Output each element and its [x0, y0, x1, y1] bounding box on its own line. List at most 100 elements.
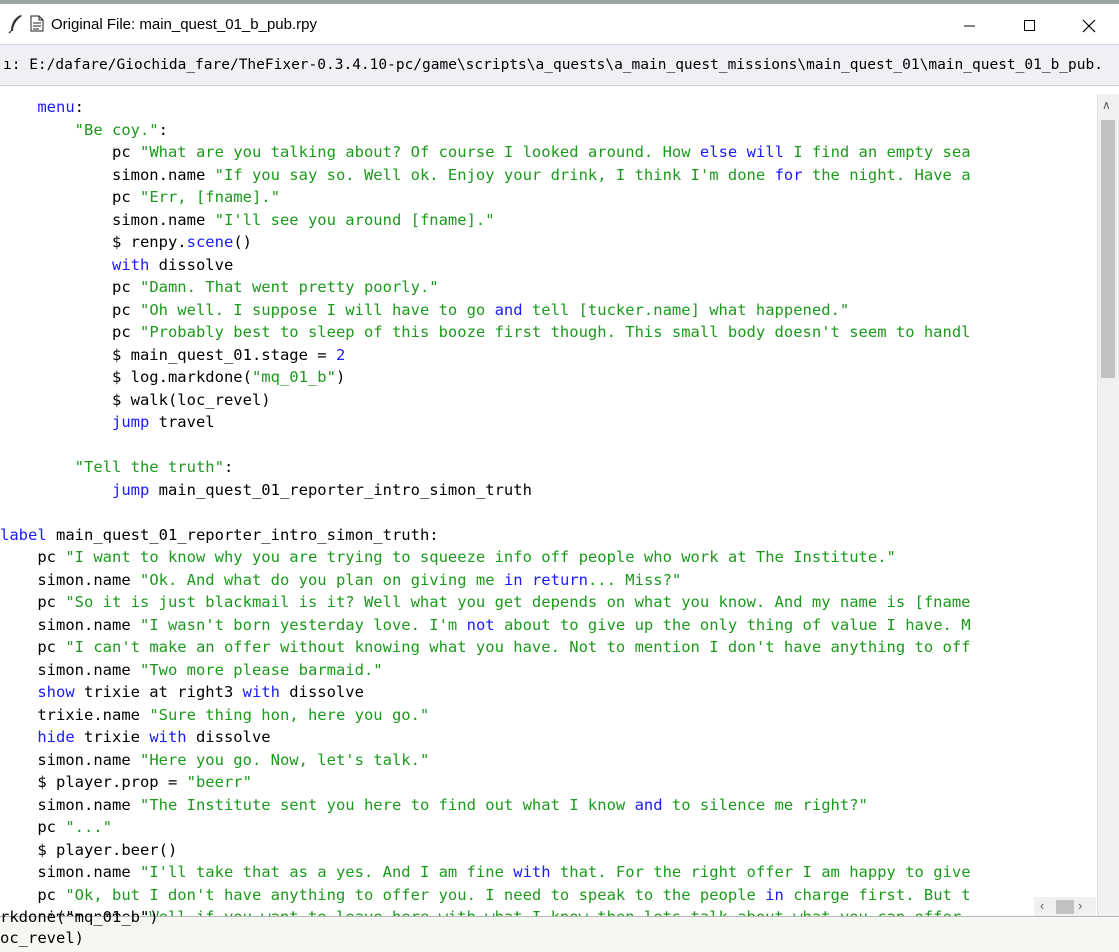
code-token: simon.name: [0, 863, 140, 881]
code-line[interactable]: pc "What are you talking about? Of cours…: [0, 141, 971, 164]
code-line[interactable]: simon.name "Two more please barmaid.": [0, 659, 971, 682]
code-token: simon.name: [0, 795, 140, 814]
code-line[interactable]: "Tell the truth":: [0, 456, 971, 479]
string-token: the night. Have a: [802, 165, 971, 184]
string-token: ... Miss?": [587, 570, 682, 589]
code-content[interactable]: menu: "Be coy.": pc "What are you talkin…: [0, 96, 971, 916]
string-token: tell [tucker.name] what happened.": [522, 300, 850, 319]
code-line[interactable]: pc "Ok, but I don't have anything to off…: [0, 884, 971, 907]
code-line[interactable]: [0, 501, 971, 524]
close-button[interactable]: [1066, 8, 1112, 44]
code-line[interactable]: pc "Damn. That went pretty poorly.": [0, 276, 971, 299]
vertical-scrollbar[interactable]: ∧: [1097, 94, 1119, 916]
code-line[interactable]: hide trixie with dissolve: [0, 726, 971, 749]
code-line[interactable]: pc "Oh well. I suppose I will have to go…: [0, 299, 971, 322]
code-line[interactable]: label main_quest_01_reporter_intro_simon…: [0, 524, 971, 547]
code-line[interactable]: jump main_quest_01_reporter_intro_simon_…: [0, 479, 971, 502]
string-token: "I can't make an offer without knowing w…: [65, 638, 971, 656]
scroll-right-arrow-icon[interactable]: ›: [1078, 898, 1082, 913]
code-line[interactable]: pc "Probably best to sleep of this booze…: [0, 321, 971, 344]
feather-icon: [8, 15, 22, 34]
keyword-token: not: [466, 615, 495, 634]
keyword-token: return: [531, 570, 588, 589]
code-line[interactable]: [0, 434, 971, 457]
code-line[interactable]: jump travel: [0, 411, 971, 434]
string-token: "I'll take that as a yes. And I am fine: [139, 863, 514, 881]
code-line[interactable]: simon.name "I'll take that as a yes. And…: [0, 861, 971, 884]
code-line[interactable]: simon.name "I wasn't born yesterday love…: [0, 614, 971, 637]
keyword-token: with: [513, 863, 551, 881]
string-token: I find an empty sea: [783, 143, 971, 161]
keyword-token: with: [149, 728, 187, 746]
code-token: simon.name: [0, 165, 215, 184]
code-token: simon.name: [0, 660, 140, 679]
code-line[interactable]: pc "...": [0, 816, 971, 839]
keyword-token: with: [111, 255, 150, 274]
code-line[interactable]: pc "So it is just blackmail is it? Well …: [0, 591, 971, 614]
code-line[interactable]: $ player.beer(): [0, 839, 971, 862]
string-token: "So it is just blackmail is it? Well wha…: [65, 593, 971, 611]
code-line[interactable]: "Be coy.":: [0, 119, 971, 142]
code-token: $ player.prop =: [0, 773, 187, 791]
code-token: $ log.markdone(: [0, 368, 252, 386]
code-editor[interactable]: menu: "Be coy.": pc "What are you talkin…: [0, 94, 1097, 916]
code-line[interactable]: simon.name "If you say so. Well ok. Enjo…: [0, 164, 971, 187]
horizontal-scrollbar[interactable]: ‹ ›: [1034, 897, 1096, 917]
keyword-token: with: [242, 683, 280, 701]
code-line[interactable]: simon.name "I'll see you around [fname].…: [0, 209, 971, 232]
code-token: trixie: [74, 728, 150, 746]
code-line[interactable]: $ log.markdone("mq_01_b"): [0, 366, 971, 389]
scroll-left-arrow-icon[interactable]: ‹: [1040, 898, 1044, 913]
file-path-bar: ı: E:/dafare/Giochida_fare/TheFixer-0.3.…: [0, 44, 1119, 86]
string-token: "Damn. That went pretty poorly.": [139, 278, 439, 296]
string-token: [523, 571, 532, 589]
keyword-token: hide: [37, 728, 75, 746]
code-line[interactable]: $ player.prop = "beerr": [0, 771, 971, 794]
code-token: pc: [0, 593, 66, 611]
string-token: about to give up the only thing of value…: [494, 615, 971, 634]
code-token: dissolve: [186, 728, 271, 746]
code-token: dissolve: [279, 683, 364, 701]
vertical-scroll-thumb[interactable]: [1101, 120, 1115, 378]
keyword-token: label: [0, 525, 47, 544]
code-line[interactable]: simon.name "Here you go. Now, let's talk…: [0, 749, 971, 772]
maximize-button[interactable]: [1007, 8, 1053, 44]
string-token: "Ok. And what do you plan on giving me: [139, 570, 504, 589]
code-line[interactable]: $ renpy.scene(): [0, 231, 971, 254]
code-line[interactable]: trixie.name "Sure thing hon, here you go…: [0, 704, 971, 727]
horizontal-scroll-thumb[interactable]: [1056, 900, 1074, 914]
document-icon: [30, 15, 44, 32]
code-line[interactable]: simon.name "The Institute sent you here …: [0, 794, 971, 817]
keyword-token: show: [37, 683, 75, 701]
minimize-icon: [964, 25, 975, 27]
code-token: pc: [0, 548, 66, 566]
code-line[interactable]: pc "I can't make an offer without knowin…: [0, 636, 971, 659]
code-token: main_quest_01_reporter_intro_simon_truth…: [46, 525, 439, 544]
code-line[interactable]: menu:: [0, 96, 971, 119]
keyword-token: jump: [111, 413, 150, 431]
string-token: "Tell the truth": [74, 458, 224, 476]
code-line[interactable]: pc "Err, [fname].": [0, 186, 971, 209]
code-line[interactable]: with dissolve: [0, 254, 971, 277]
code-line[interactable]: $ walk(loc_revel): [0, 389, 971, 412]
string-token: "I'll see you around [fname].": [214, 210, 495, 229]
string-token: "If you say so. Well ok. Enjoy your drin…: [214, 165, 775, 184]
minimize-button[interactable]: [947, 8, 993, 44]
scroll-up-arrow-icon[interactable]: ∧: [1102, 98, 1111, 112]
string-token: "...": [65, 818, 112, 836]
code-line[interactable]: pc "I want to know why you are trying to…: [0, 546, 971, 569]
code-token: trixie at right3: [74, 683, 243, 701]
code-token: simon.name: [0, 570, 140, 589]
string-token: "beerr": [186, 773, 252, 791]
keyword-token: in: [503, 570, 523, 589]
code-line[interactable]: simon.name "Ok. And what do you plan on …: [0, 569, 971, 592]
code-line[interactable]: $ main_quest_01.stage = 2: [0, 344, 971, 367]
code-line[interactable]: show trixie at right3 with dissolve: [0, 681, 971, 704]
title-bar[interactable]: Original File: main_quest_01_b_pub.rpy: [0, 4, 1119, 44]
